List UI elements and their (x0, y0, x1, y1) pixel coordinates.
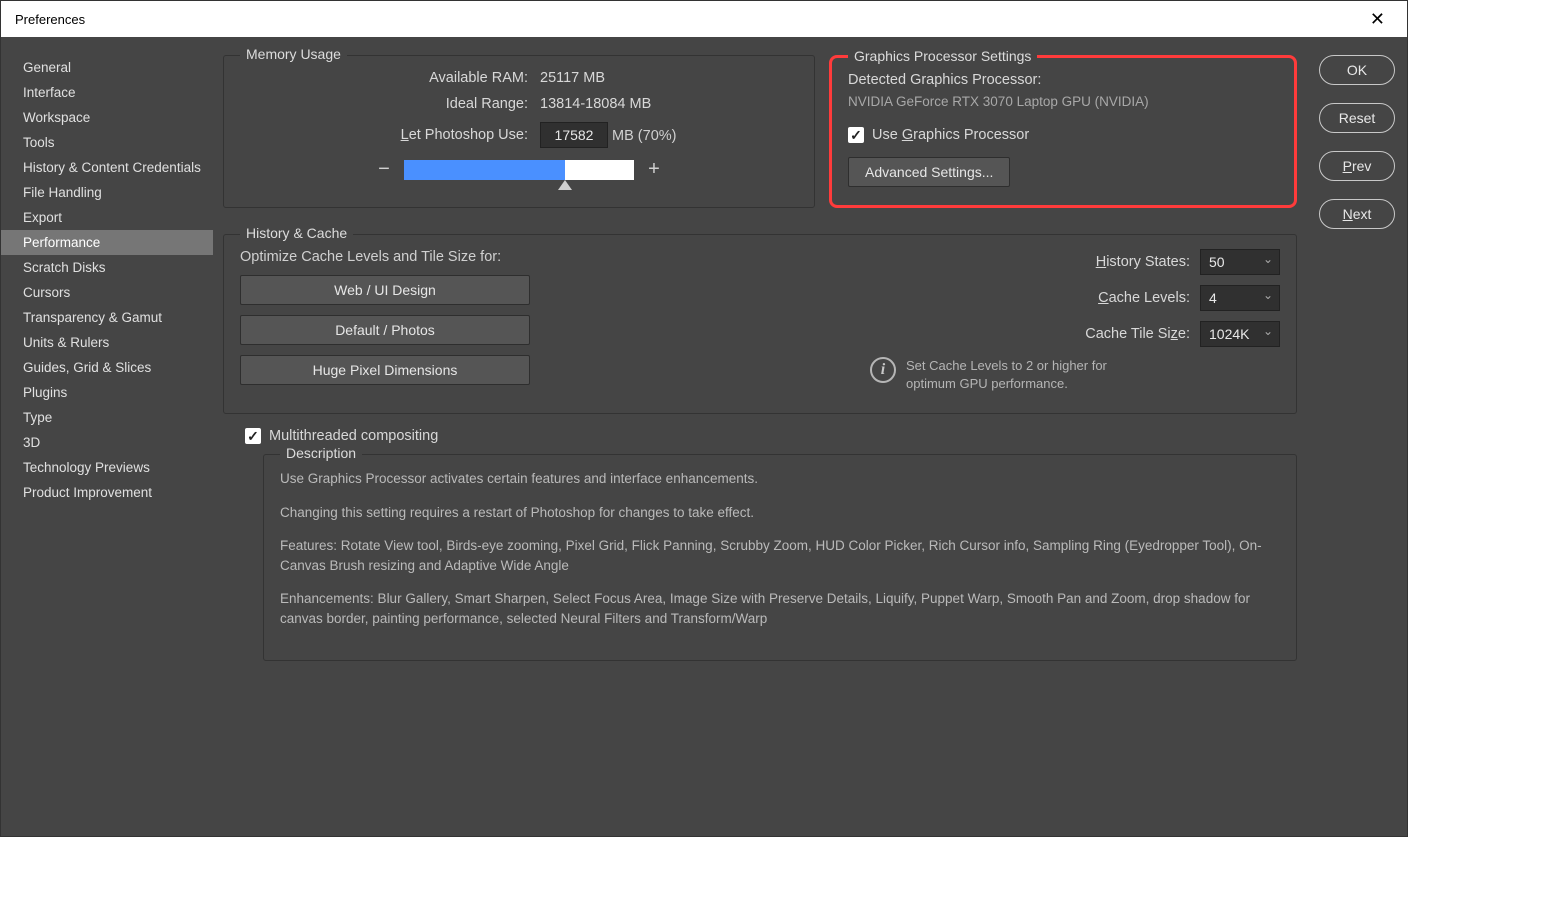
multithreaded-label: Multithreaded compositing (269, 428, 438, 444)
memory-suffix: MB (70%) (612, 128, 676, 144)
sidebar-item-interface[interactable]: Interface (1, 80, 213, 105)
sidebar-item-type[interactable]: Type (1, 405, 213, 430)
slider-thumb-icon[interactable] (558, 180, 572, 190)
advanced-settings-button[interactable]: Advanced Settings... (848, 157, 1010, 187)
sidebar-item-scratch-disks[interactable]: Scratch Disks (1, 255, 213, 280)
plus-icon[interactable]: + (646, 158, 662, 181)
cache-info-text: Set Cache Levels to 2 or higher for opti… (906, 357, 1126, 392)
preferences-window: Preferences ✕ General Interface Workspac… (0, 0, 1408, 837)
cache-levels-label: Cache Levels: (1098, 290, 1190, 306)
memory-input[interactable] (540, 122, 608, 148)
description-legend: Description (280, 445, 362, 461)
ok-button[interactable]: OK (1319, 55, 1395, 85)
detected-gpu-label: Detected Graphics Processor: (848, 72, 1278, 88)
description-p2: Changing this setting requires a restart… (280, 503, 1280, 523)
available-ram-value: 25117 MB (540, 70, 710, 86)
next-button[interactable]: Next (1319, 199, 1395, 229)
memory-slider[interactable] (404, 160, 634, 180)
description-group: Description Use Graphics Processor activ… (263, 454, 1297, 661)
description-p3: Features: Rotate View tool, Birds-eye zo… (280, 536, 1280, 575)
window-title: Preferences (15, 12, 85, 27)
memory-legend: Memory Usage (240, 46, 347, 62)
use-gpu-label: Use Graphics Processor (872, 127, 1029, 143)
description-p1: Use Graphics Processor activates certain… (280, 469, 1280, 489)
info-icon: i (870, 357, 896, 383)
graphics-processor-group: Graphics Processor Settings Detected Gra… (829, 55, 1297, 208)
use-gpu-checkbox[interactable]: ✓ (848, 127, 864, 143)
detected-gpu-name: NVIDIA GeForce RTX 3070 Laptop GPU (NVID… (848, 94, 1278, 109)
reset-button[interactable]: Reset (1319, 103, 1395, 133)
memory-usage-group: Memory Usage Available RAM: 25117 MB Ide… (223, 55, 815, 208)
sidebar-item-performance[interactable]: Performance (1, 230, 213, 255)
right-rail: OK Reset Prev Next (1307, 37, 1407, 836)
sidebar-item-file-handling[interactable]: File Handling (1, 180, 213, 205)
sidebar: General Interface Workspace Tools Histor… (1, 37, 213, 836)
close-icon[interactable]: ✕ (1362, 9, 1393, 30)
multithreaded-checkbox[interactable]: ✓ (245, 428, 261, 444)
cache-tile-size-select[interactable]: 1024K (1200, 321, 1280, 347)
sidebar-item-product-improvement[interactable]: Product Improvement (1, 480, 213, 505)
gfx-legend: Graphics Processor Settings (848, 48, 1037, 64)
sidebar-item-export[interactable]: Export (1, 205, 213, 230)
sidebar-item-tools[interactable]: Tools (1, 130, 213, 155)
preset-default-photos-button[interactable]: Default / Photos (240, 315, 530, 345)
main-panel: Memory Usage Available RAM: 25117 MB Ide… (213, 37, 1307, 836)
description-p4: Enhancements: Blur Gallery, Smart Sharpe… (280, 589, 1280, 628)
preset-web-ui-button[interactable]: Web / UI Design (240, 275, 530, 305)
titlebar: Preferences ✕ (1, 1, 1407, 37)
sidebar-item-cursors[interactable]: Cursors (1, 280, 213, 305)
sidebar-item-units-rulers[interactable]: Units & Rulers (1, 330, 213, 355)
prev-button[interactable]: Prev (1319, 151, 1395, 181)
sidebar-item-3d[interactable]: 3D (1, 430, 213, 455)
preset-huge-pixel-button[interactable]: Huge Pixel Dimensions (240, 355, 530, 385)
history-states-label: History States: (1096, 254, 1190, 270)
cache-levels-select[interactable]: 4 (1200, 285, 1280, 311)
sidebar-item-general[interactable]: General (1, 55, 213, 80)
cache-tile-size-label: Cache Tile Size: (1085, 326, 1190, 342)
ideal-range-value: 13814-18084 MB (540, 96, 710, 112)
available-ram-label: Available RAM: (328, 70, 528, 86)
minus-icon[interactable]: − (376, 158, 392, 181)
history-legend: History & Cache (240, 225, 353, 241)
sidebar-item-history-credentials[interactable]: History & Content Credentials (1, 155, 213, 180)
history-states-select[interactable]: 50 (1200, 249, 1280, 275)
history-cache-group: History & Cache History States: 50 Cache… (223, 234, 1297, 414)
sidebar-item-workspace[interactable]: Workspace (1, 105, 213, 130)
ideal-range-label: Ideal Range: (328, 96, 528, 112)
sidebar-item-plugins[interactable]: Plugins (1, 380, 213, 405)
sidebar-item-guides-grid-slices[interactable]: Guides, Grid & Slices (1, 355, 213, 380)
sidebar-item-tech-previews[interactable]: Technology Previews (1, 455, 213, 480)
sidebar-item-transparency-gamut[interactable]: Transparency & Gamut (1, 305, 213, 330)
let-photoshop-use-label: Let Photoshop Use: (328, 127, 528, 143)
